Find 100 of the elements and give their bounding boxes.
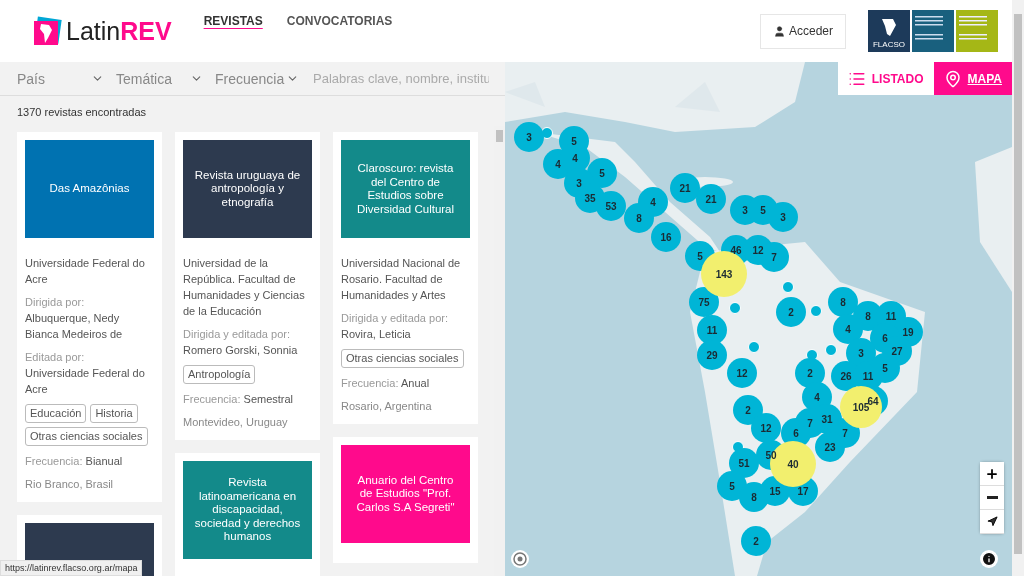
journal-cover[interactable]: Revista uruguaya de antropología y etnografía (183, 140, 312, 238)
cluster-count[interactable]: 4 (814, 391, 820, 403)
cluster-count[interactable]: 35 (584, 192, 596, 204)
credit-names: Romero Gorski, Sonnia (183, 343, 299, 358)
cluster-count[interactable]: 8 (865, 310, 871, 322)
cluster-count[interactable]: 5 (760, 204, 766, 216)
cluster-count[interactable]: 23 (824, 441, 836, 453)
zoom-in-button[interactable] (980, 462, 1004, 486)
partner-logo[interactable]: FLACSO (868, 10, 910, 52)
credit-label: Dirigida por: (25, 295, 86, 310)
cluster-count[interactable]: 31 (821, 413, 833, 425)
cluster-count[interactable]: 5 (571, 135, 577, 147)
filter-select[interactable]: País (17, 70, 116, 87)
map-pin-icon (943, 69, 962, 88)
cluster-count[interactable]: 6 (793, 427, 799, 439)
cluster-count[interactable]: 11 (862, 370, 874, 382)
topic-tag[interactable]: Otras ciencias sociales (25, 427, 148, 446)
cluster-count[interactable]: 5 (599, 167, 605, 179)
institution-text: Universidad Nacional de Rosario. Facultad de Humanidades y Artes (341, 256, 462, 303)
journal-cover[interactable]: Anuario del Centro de Estudios "Prof. Carlos S.A Segreti" (341, 445, 470, 543)
compass-button[interactable] (980, 510, 1004, 534)
logo-icon (32, 16, 62, 46)
cluster-count[interactable]: 16 (660, 231, 672, 243)
cluster-count[interactable]: 4 (555, 158, 561, 170)
cluster-count[interactable]: 2 (753, 535, 759, 547)
login-button[interactable]: Acceder (759, 13, 846, 49)
cluster-count[interactable]: 51 (738, 457, 750, 469)
cluster-count[interactable]: 4 (572, 152, 578, 164)
cluster-count[interactable]: 2 (807, 367, 813, 379)
topic-tag[interactable]: Educación (25, 404, 87, 423)
cluster-count[interactable]: 6 (882, 332, 888, 344)
zoom-out-button[interactable] (980, 486, 1004, 510)
location-text: Rio Branco, Brasil (25, 477, 115, 492)
journal-card[interactable] (17, 132, 162, 502)
frequency-text: Frecuencia: Bianual (25, 454, 124, 469)
cluster-count[interactable]: 21 (705, 193, 717, 205)
cluster-count[interactable]: 19 (902, 326, 914, 338)
cluster-count[interactable]: 27 (891, 345, 903, 357)
cluster-count[interactable]: 4 (845, 323, 851, 335)
cluster-count[interactable]: 26 (840, 370, 852, 382)
journal-card[interactable] (175, 132, 320, 440)
latinrev-logo[interactable]: LatinREV (32, 16, 172, 46)
topic-tag[interactable]: Historia (90, 404, 138, 423)
location-text: Montevideo, Uruguay (183, 415, 289, 430)
nav-link[interactable]: REVISTAS (203, 14, 263, 28)
cluster-count[interactable]: 3 (780, 211, 786, 223)
journal-cover[interactable]: Das Amazônias (25, 140, 154, 238)
journal-cover[interactable]: Revista latinoamericana en discapacidad, sociedad y derechos humanos (183, 461, 312, 559)
cluster-count[interactable]: 8 (636, 212, 642, 224)
cluster-count[interactable]: 5 (697, 250, 703, 262)
page-scrollbar[interactable] (1012, 0, 1024, 576)
cluster-count[interactable]: 2 (788, 306, 794, 318)
credit-label: Editada por: (25, 350, 86, 365)
journal-card[interactable]: Revista latinoamericana en discapacidad, sociedad y derechos humanos (175, 453, 320, 576)
plus-icon (985, 466, 999, 481)
cluster-count[interactable]: 46 (730, 244, 742, 256)
compass-icon (986, 516, 998, 527)
cluster-count[interactable]: 75 (698, 296, 710, 308)
cluster-count[interactable]: 3 (858, 347, 864, 359)
topic-tag[interactable]: Antropología (183, 365, 256, 384)
cluster-count[interactable]: 21 (679, 182, 691, 194)
cluster-count[interactable]: 3 (742, 204, 748, 216)
cluster-count[interactable]: 17 (797, 485, 809, 497)
cluster-count[interactable]: 5 (729, 480, 735, 492)
view-tab[interactable]: LISTADO (837, 62, 934, 95)
cluster-count[interactable]: 7 (771, 251, 777, 263)
location-text: Rosario, Argentina (341, 399, 433, 414)
cluster-count[interactable]: 11 (885, 310, 897, 322)
cluster-count[interactable]: 11 (706, 324, 718, 336)
cluster-count[interactable]: 15 (769, 485, 781, 497)
cluster-count[interactable]: 40 (787, 458, 799, 470)
cluster-count[interactable]: 2 (745, 404, 751, 416)
cluster-count[interactable]: 29 (706, 349, 718, 361)
logo-text: LatinREV (66, 16, 172, 46)
filter-select[interactable]: Temática (116, 70, 215, 87)
cluster-count[interactable]: 3 (526, 131, 532, 143)
cluster-count[interactable]: 8 (840, 296, 846, 308)
filter-select[interactable]: Frecuencia (215, 70, 311, 87)
nav-link[interactable]: CONVOCATORIAS (286, 14, 393, 28)
credit-label: Dirigida y editada por: (341, 311, 449, 326)
institution-text: Universidade Federal do Acre (25, 256, 146, 287)
cluster-count[interactable]: 4 (650, 196, 656, 208)
topic-tag[interactable]: Otras ciencias sociales (341, 349, 464, 368)
cluster-count[interactable]: 143 (715, 268, 733, 280)
cluster-count[interactable]: 53 (605, 200, 617, 212)
view-tab[interactable]: MAPA (933, 62, 1012, 95)
search-field[interactable]: Palabras clave, nombre, institu (311, 70, 491, 87)
cluster-count[interactable]: 8 (751, 491, 757, 503)
credit-names: Universidade Federal do Acre (25, 366, 146, 397)
url-tooltip: https://latinrev.flacso.org.ar/mapa (0, 560, 143, 576)
cluster-count[interactable]: 12 (752, 244, 764, 256)
cluster-count[interactable]: 64 (867, 395, 879, 407)
cluster-count[interactable]: 7 (842, 427, 848, 439)
journal-cover[interactable]: Claroscuro: revista del Centro de Estudios sobre Diversidad Cultural (341, 140, 470, 238)
journal-card[interactable]: Anuario del Centro de Estudios "Prof. Carlos S.A Segreti" (333, 437, 478, 563)
cluster-count[interactable]: 12 (760, 422, 772, 434)
cluster-count[interactable]: 3 (576, 177, 582, 189)
cluster-count[interactable]: 5 (882, 362, 888, 374)
cluster-count[interactable]: 12 (736, 367, 748, 379)
cluster-count[interactable]: 7 (807, 417, 813, 429)
